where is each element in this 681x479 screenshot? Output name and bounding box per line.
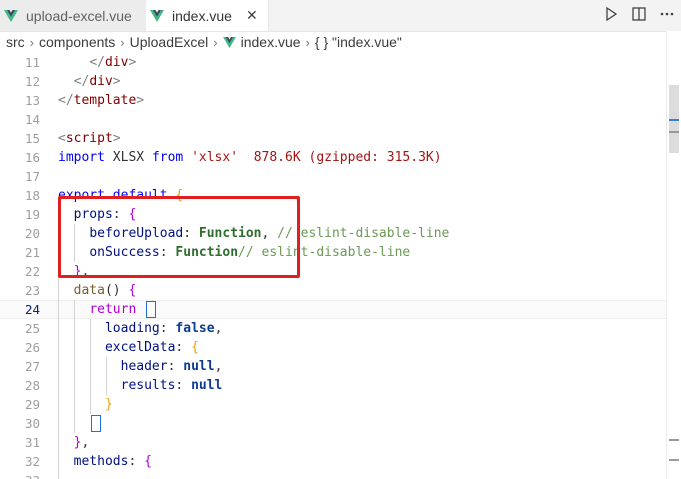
code-line: </div> bbox=[73, 74, 121, 89]
breadcrumb-item[interactable]: UploadExcel bbox=[130, 34, 209, 50]
eslint-comment: // eslint-disable-line bbox=[238, 245, 411, 260]
close-icon[interactable]: ✕ bbox=[246, 7, 258, 24]
code-editor[interactable]: 11 12 13 14 15 16 17 18 19 20 21 22 23 2… bbox=[0, 53, 681, 479]
line-number: 27 bbox=[24, 359, 40, 374]
line-number: 25 bbox=[24, 321, 40, 336]
line-number-gutter: 11 12 13 14 15 16 17 18 19 20 21 22 23 2… bbox=[0, 53, 40, 479]
chevron-right-icon: › bbox=[305, 34, 310, 50]
indent-guide bbox=[74, 224, 75, 262]
line-number-current: 24 bbox=[24, 302, 40, 317]
bracket-match-cursor bbox=[146, 301, 157, 318]
line-number: 14 bbox=[24, 112, 40, 127]
code-line: props: { bbox=[73, 207, 137, 222]
indent-guide bbox=[106, 357, 107, 395]
line-number: 26 bbox=[24, 340, 40, 355]
vue-file-icon bbox=[222, 36, 236, 48]
code-line: excelData: { bbox=[104, 340, 199, 355]
line-number: 21 bbox=[24, 245, 40, 260]
chevron-right-icon: › bbox=[120, 34, 125, 50]
line-number: 18 bbox=[24, 188, 40, 203]
indent-guide bbox=[58, 205, 59, 479]
breadcrumb-item[interactable]: { } "index.vue" bbox=[315, 34, 402, 50]
import-size-hint: 878.6K (gzipped: 315.3K) bbox=[253, 150, 442, 165]
line-number: 33 bbox=[0, 471, 40, 479]
code-line: <script> bbox=[58, 131, 121, 146]
code-line: header: null, bbox=[120, 359, 223, 374]
breadcrumb-item[interactable]: index.vue bbox=[241, 34, 301, 50]
bracket-match-cursor bbox=[91, 415, 102, 432]
line-number: 29 bbox=[24, 397, 40, 412]
code-line: </div> bbox=[89, 55, 137, 70]
chevron-right-icon: › bbox=[213, 34, 218, 50]
run-icon[interactable] bbox=[597, 6, 625, 25]
tab-label: index.vue bbox=[172, 7, 232, 24]
code-line: </template> bbox=[58, 93, 145, 108]
line-number: 19 bbox=[24, 207, 40, 222]
overview-marker bbox=[669, 459, 679, 461]
tab-index-vue[interactable]: index.vue ✕ bbox=[146, 0, 269, 31]
code-line: results: null bbox=[120, 378, 223, 393]
line-number: 28 bbox=[24, 378, 40, 393]
code-line-current: return bbox=[0, 300, 681, 319]
eslint-comment: // eslint-disable-line bbox=[277, 226, 450, 241]
chevron-right-icon: › bbox=[29, 34, 35, 50]
line-number: 32 bbox=[24, 454, 40, 469]
cursor-marker bbox=[669, 119, 679, 121]
line-number: 13 bbox=[24, 93, 40, 108]
vue-file-icon bbox=[4, 9, 18, 22]
line-number: 16 bbox=[24, 150, 40, 165]
split-editor-icon[interactable] bbox=[625, 6, 653, 25]
more-icon[interactable] bbox=[653, 7, 681, 25]
breadcrumb: src › components › UploadExcel › index.v… bbox=[0, 31, 681, 53]
vertical-scrollbar[interactable] bbox=[666, 31, 681, 479]
indent-guide bbox=[74, 300, 75, 433]
line-number: 17 bbox=[24, 169, 40, 184]
code-line: } bbox=[104, 397, 113, 412]
indent-guide bbox=[90, 319, 91, 414]
code-line: onSuccess: Function// eslint-disable-lin… bbox=[89, 245, 411, 260]
line-number: 22 bbox=[24, 264, 40, 279]
line-number: 30 bbox=[24, 416, 40, 431]
overview-marker bbox=[669, 131, 679, 133]
breadcrumb-item[interactable]: src bbox=[6, 34, 25, 50]
code-line bbox=[58, 414, 661, 433]
line-number: 31 bbox=[24, 435, 40, 450]
line-number: 20 bbox=[24, 226, 40, 241]
line-number: 23 bbox=[24, 283, 40, 298]
code-text[interactable]: </div> </div> </template> <script> impor… bbox=[0, 53, 681, 479]
line-number: 12 bbox=[24, 74, 40, 89]
code-line: methods: { bbox=[73, 454, 152, 469]
vue-file-icon bbox=[150, 9, 164, 22]
tab-bar: upload-excel.vue index.vue ✕ bbox=[0, 0, 681, 32]
code-line: export default { bbox=[58, 188, 184, 203]
code-line: beforeUpload: Function, // eslint-disabl… bbox=[89, 226, 450, 241]
overview-marker bbox=[669, 439, 679, 441]
code-line: import XLSX from 'xlsx' 878.6K (gzipped:… bbox=[58, 150, 442, 165]
code-line: }, bbox=[73, 435, 90, 450]
code-line: data() { bbox=[73, 283, 137, 298]
tab-label: upload-excel.vue bbox=[26, 7, 132, 24]
code-line: loading: false, bbox=[104, 321, 223, 336]
tab-upload-excel[interactable]: upload-excel.vue bbox=[0, 0, 146, 31]
line-number: 15 bbox=[24, 131, 40, 146]
breadcrumb-item[interactable]: components bbox=[39, 34, 115, 50]
line-number: 11 bbox=[24, 55, 40, 70]
code-line: }, bbox=[73, 264, 90, 279]
